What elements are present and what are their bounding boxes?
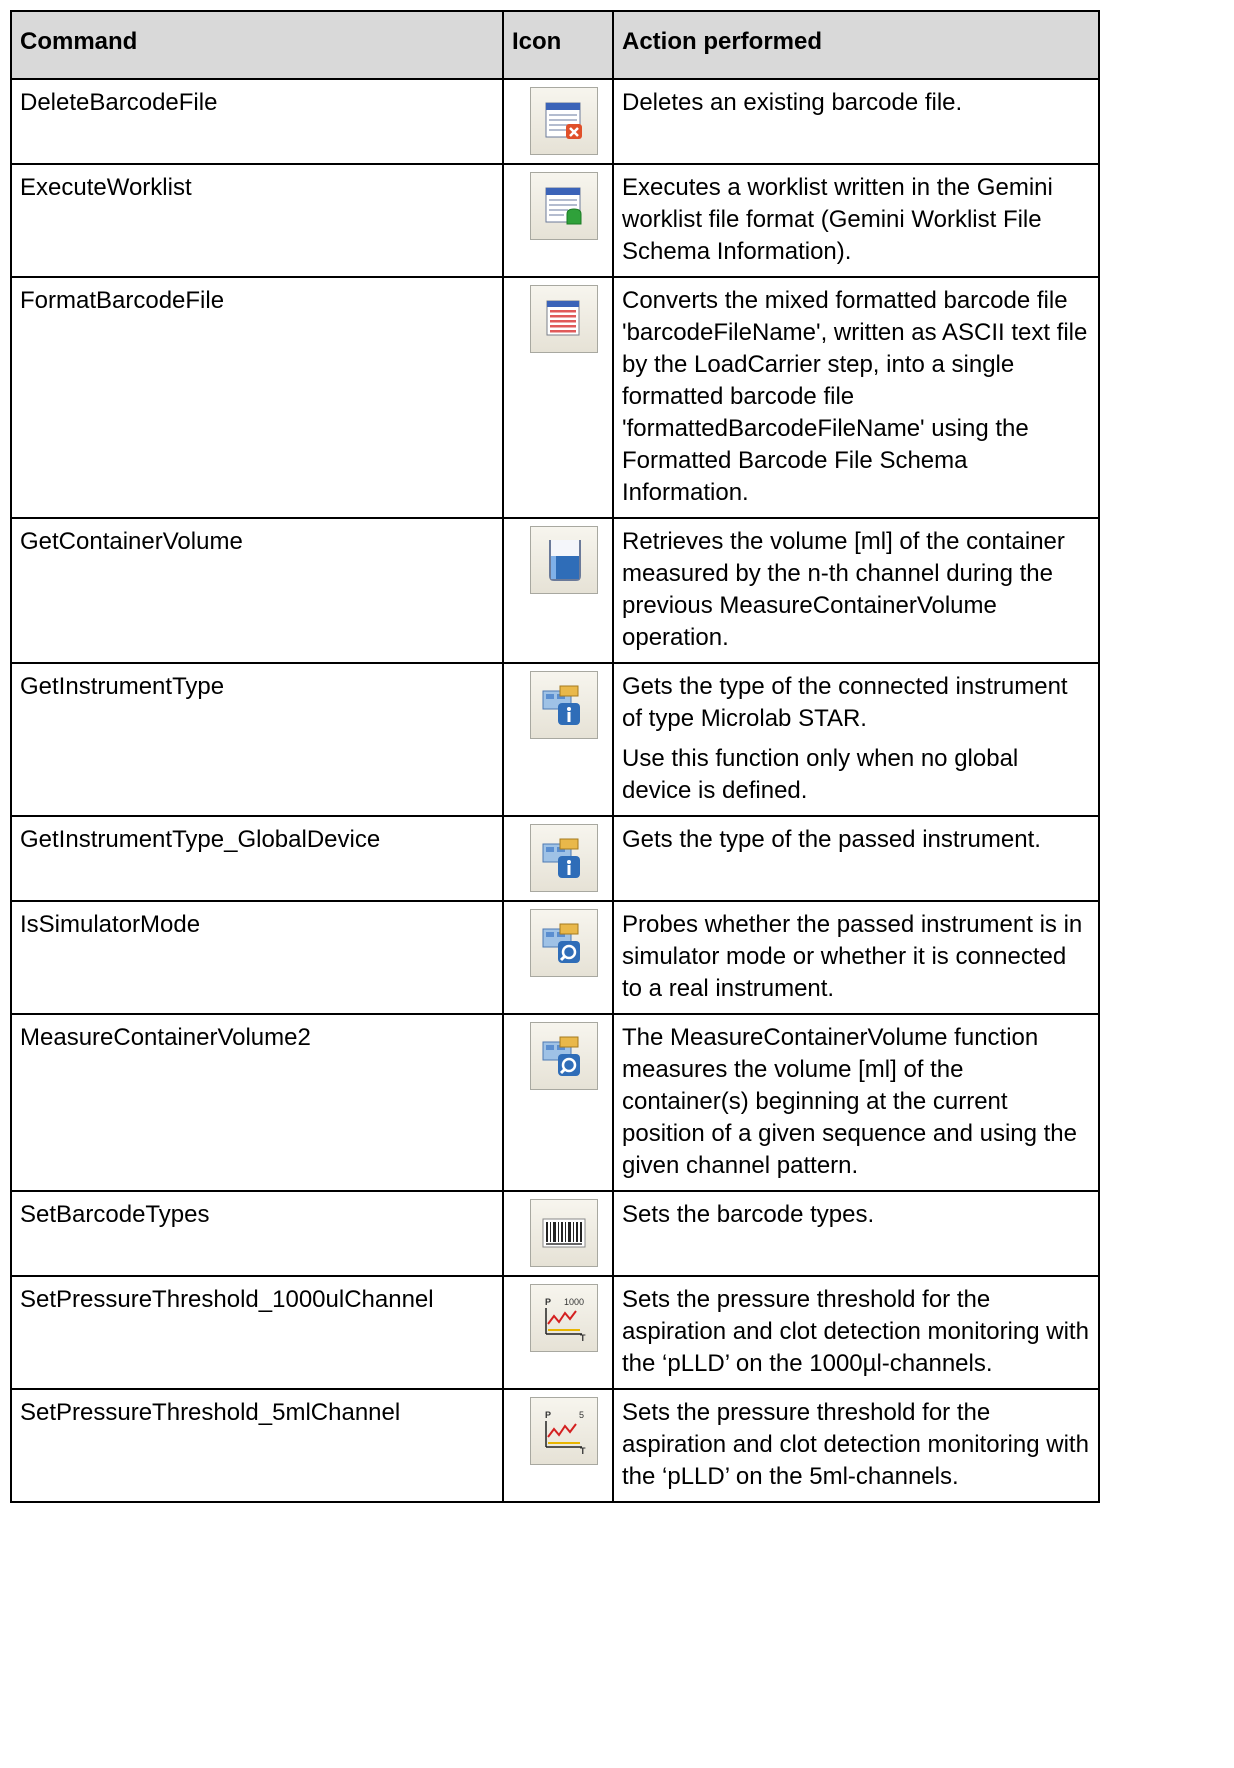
command-name: SetBarcodeTypes: [10, 1190, 504, 1277]
action-paragraph: Gets the type of the passed instrument.: [622, 826, 1041, 853]
icon-cell: [502, 276, 614, 519]
icon-cell: [502, 517, 614, 664]
command-name: MeasureContainerVolume2: [10, 1013, 504, 1192]
delete-file-icon: [530, 87, 598, 155]
command-name: GetInstrumentType_GlobalDevice: [10, 815, 504, 902]
instrument-info-icon: [530, 824, 598, 892]
instrument-tool-icon: [530, 1022, 598, 1090]
action-paragraph: Sets the pressure threshold for the aspi…: [622, 1286, 1089, 1377]
action-description: Deletes an existing barcode file.: [612, 78, 1100, 165]
action-description: Gets the type of the passed instrument.: [612, 815, 1100, 902]
icon-cell: [502, 1013, 614, 1192]
svg-text:P: P: [545, 1410, 551, 1420]
command-name: DeleteBarcodeFile: [10, 78, 504, 165]
command-table: Command Icon Action performed DeleteBarc…: [10, 10, 1100, 1503]
action-description: Sets the barcode types.: [612, 1190, 1100, 1277]
action-paragraph: Converts the mixed formatted barcode fil…: [622, 287, 1088, 506]
table-row: SetPressureThreshold_5mlChannel P 5 T Set…: [10, 1388, 1100, 1503]
table-row: DeleteBarcodeFile Deletes an existing ba…: [10, 78, 1100, 165]
command-name: GetContainerVolume: [10, 517, 504, 664]
action-paragraph: Probes whether the passed instrument is …: [622, 911, 1083, 1002]
action-description: Converts the mixed formatted barcode fil…: [612, 276, 1100, 519]
command-name: IsSimulatorMode: [10, 900, 504, 1015]
svg-text:5: 5: [579, 1410, 584, 1420]
instrument-info-icon: [530, 671, 598, 739]
action-paragraph: Retrieves the volume [ml] of the contain…: [622, 528, 1065, 651]
svg-text:T: T: [580, 1446, 586, 1455]
execute-worklist-icon: [530, 172, 598, 240]
action-paragraph: Executes a worklist written in the Gemin…: [622, 174, 1053, 265]
action-paragraph: Sets the pressure threshold for the aspi…: [622, 1399, 1089, 1490]
icon-cell: [502, 900, 614, 1015]
icon-cell: P 1000 T: [502, 1275, 614, 1390]
action-description: Sets the pressure threshold for the aspi…: [612, 1275, 1100, 1390]
barcode-icon: [530, 1199, 598, 1267]
table-row: ExecuteWorklist Executes a worklist writ…: [10, 163, 1100, 278]
action-paragraph: Gets the type of the connected instrumen…: [622, 673, 1068, 732]
action-paragraph: Use this function only when no global de…: [622, 745, 1019, 804]
instrument-tool-icon: [530, 909, 598, 977]
icon-cell: [502, 78, 614, 165]
header-command: Command: [10, 10, 504, 80]
command-name: SetPressureThreshold_1000ulChannel: [10, 1275, 504, 1390]
table-row: GetInstrumentType_GlobalDevice Gets the …: [10, 815, 1100, 902]
command-name: FormatBarcodeFile: [10, 276, 504, 519]
action-paragraph: Sets the barcode types.: [622, 1201, 875, 1228]
command-name: GetInstrumentType: [10, 662, 504, 817]
action-paragraph: Deletes an existing barcode file.: [622, 89, 963, 116]
command-name: SetPressureThreshold_5mlChannel: [10, 1388, 504, 1503]
svg-text:T: T: [580, 1333, 586, 1342]
table-row: GetContainerVolume Retrieves the volume …: [10, 517, 1100, 664]
table-row: IsSimulatorMode Probes whether the passe…: [10, 900, 1100, 1015]
icon-cell: [502, 163, 614, 278]
header-icon: Icon: [502, 10, 614, 80]
format-barcode-file-icon: [530, 285, 598, 353]
action-description: Sets the pressure threshold for the aspi…: [612, 1388, 1100, 1503]
table-row: MeasureContainerVolume2 The MeasureConta…: [10, 1013, 1100, 1192]
icon-cell: P 5 T: [502, 1388, 614, 1503]
table-row: SetPressureThreshold_1000ulChannel P 100…: [10, 1275, 1100, 1390]
action-description: Executes a worklist written in the Gemin…: [612, 163, 1100, 278]
icon-cell: [502, 1190, 614, 1277]
header-row: Command Icon Action performed: [10, 10, 1100, 80]
header-action: Action performed: [612, 10, 1100, 80]
table-row: FormatBarcodeFile Converts the mixed for…: [10, 276, 1100, 519]
action-description: The MeasureContainerVolume function meas…: [612, 1013, 1100, 1192]
container-volume-icon: [530, 526, 598, 594]
table-row: SetBarcodeTypes Sets the barcode types.: [10, 1190, 1100, 1277]
action-paragraph: The MeasureContainerVolume function meas…: [622, 1024, 1078, 1179]
command-name: ExecuteWorklist: [10, 163, 504, 278]
table-row: GetInstrumentType Gets the type of the c…: [10, 662, 1100, 817]
icon-cell: [502, 815, 614, 902]
pressure-chart-icon: P 1000 T: [530, 1284, 598, 1352]
action-description: Gets the type of the connected instrumen…: [612, 662, 1100, 817]
action-description: Retrieves the volume [ml] of the contain…: [612, 517, 1100, 664]
icon-cell: [502, 662, 614, 817]
pressure-chart-icon: P 5 T: [530, 1397, 598, 1465]
svg-text:P: P: [545, 1297, 551, 1307]
svg-text:1000: 1000: [564, 1297, 584, 1307]
action-description: Probes whether the passed instrument is …: [612, 900, 1100, 1015]
